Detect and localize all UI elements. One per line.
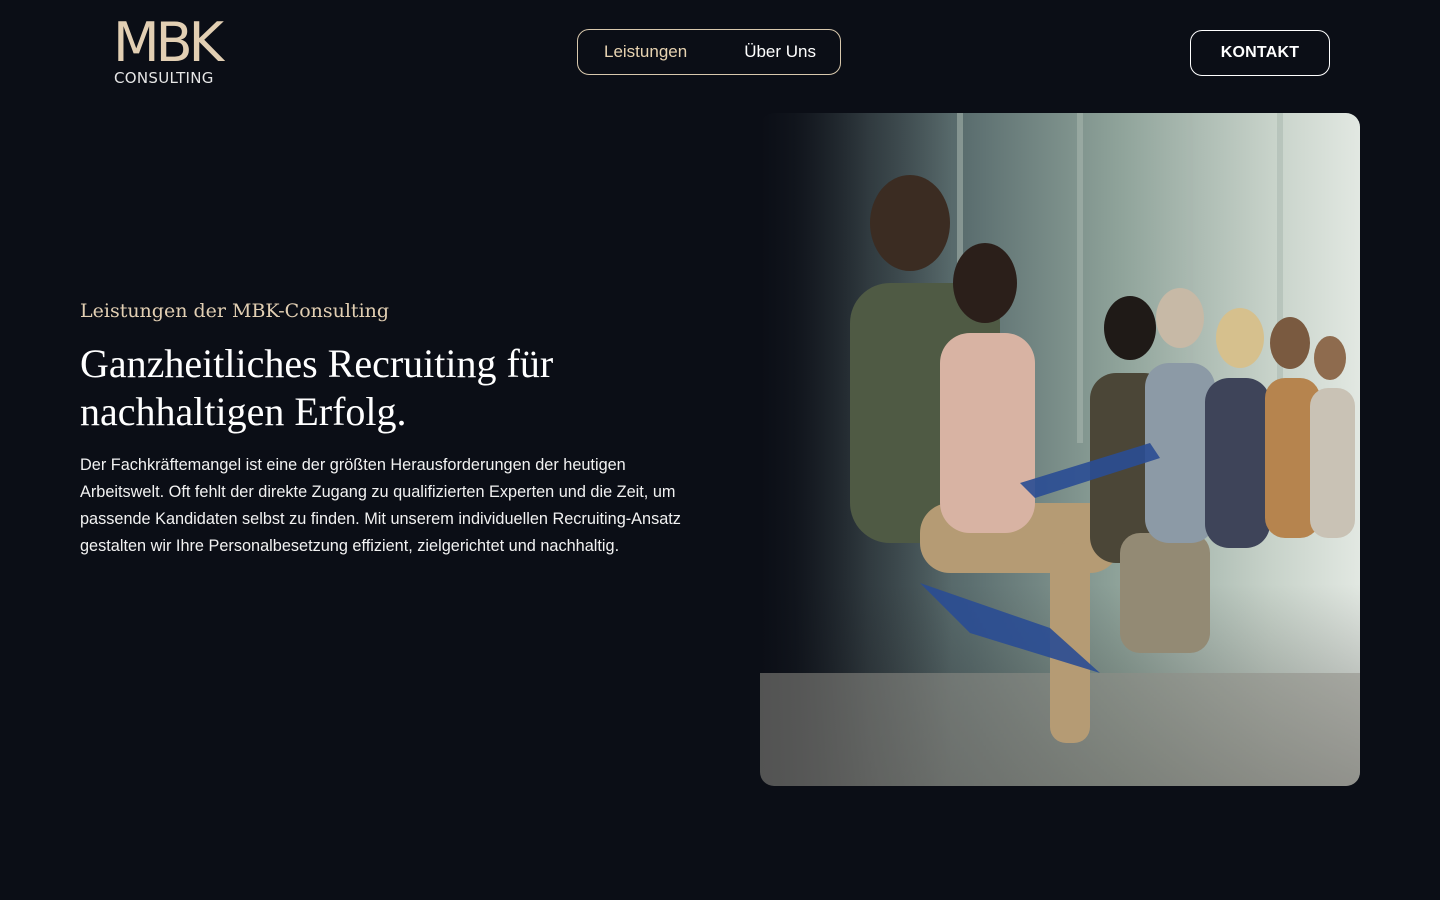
section-eyebrow: Leistungen der MBK-Consulting	[80, 300, 390, 322]
hero-headline: Ganzheitliches Recruiting für nachhaltig…	[80, 340, 640, 436]
nav-link-ueber-uns[interactable]: Über Uns	[744, 42, 816, 62]
headline-line-2: nachhaltigen Erfolg.	[80, 389, 407, 434]
nav-link-leistungen[interactable]: Leistungen	[604, 42, 687, 62]
brand-logo[interactable]: MBK CONSULTING	[113, 11, 233, 90]
hero-body-text: Der Fachkräftemangel ist eine der größte…	[80, 456, 681, 555]
hero-photo-waiting-candidates	[760, 113, 1360, 786]
hero-photo-illustration	[760, 113, 1360, 786]
logo-subtitle: CONSULTING	[114, 69, 214, 87]
contact-button[interactable]: KONTAKT	[1190, 30, 1330, 76]
main-nav: Leistungen Über Uns	[577, 29, 841, 75]
headline-line-1: Ganzheitliches Recruiting für	[80, 341, 554, 386]
logo-mark: MBK	[113, 11, 224, 74]
